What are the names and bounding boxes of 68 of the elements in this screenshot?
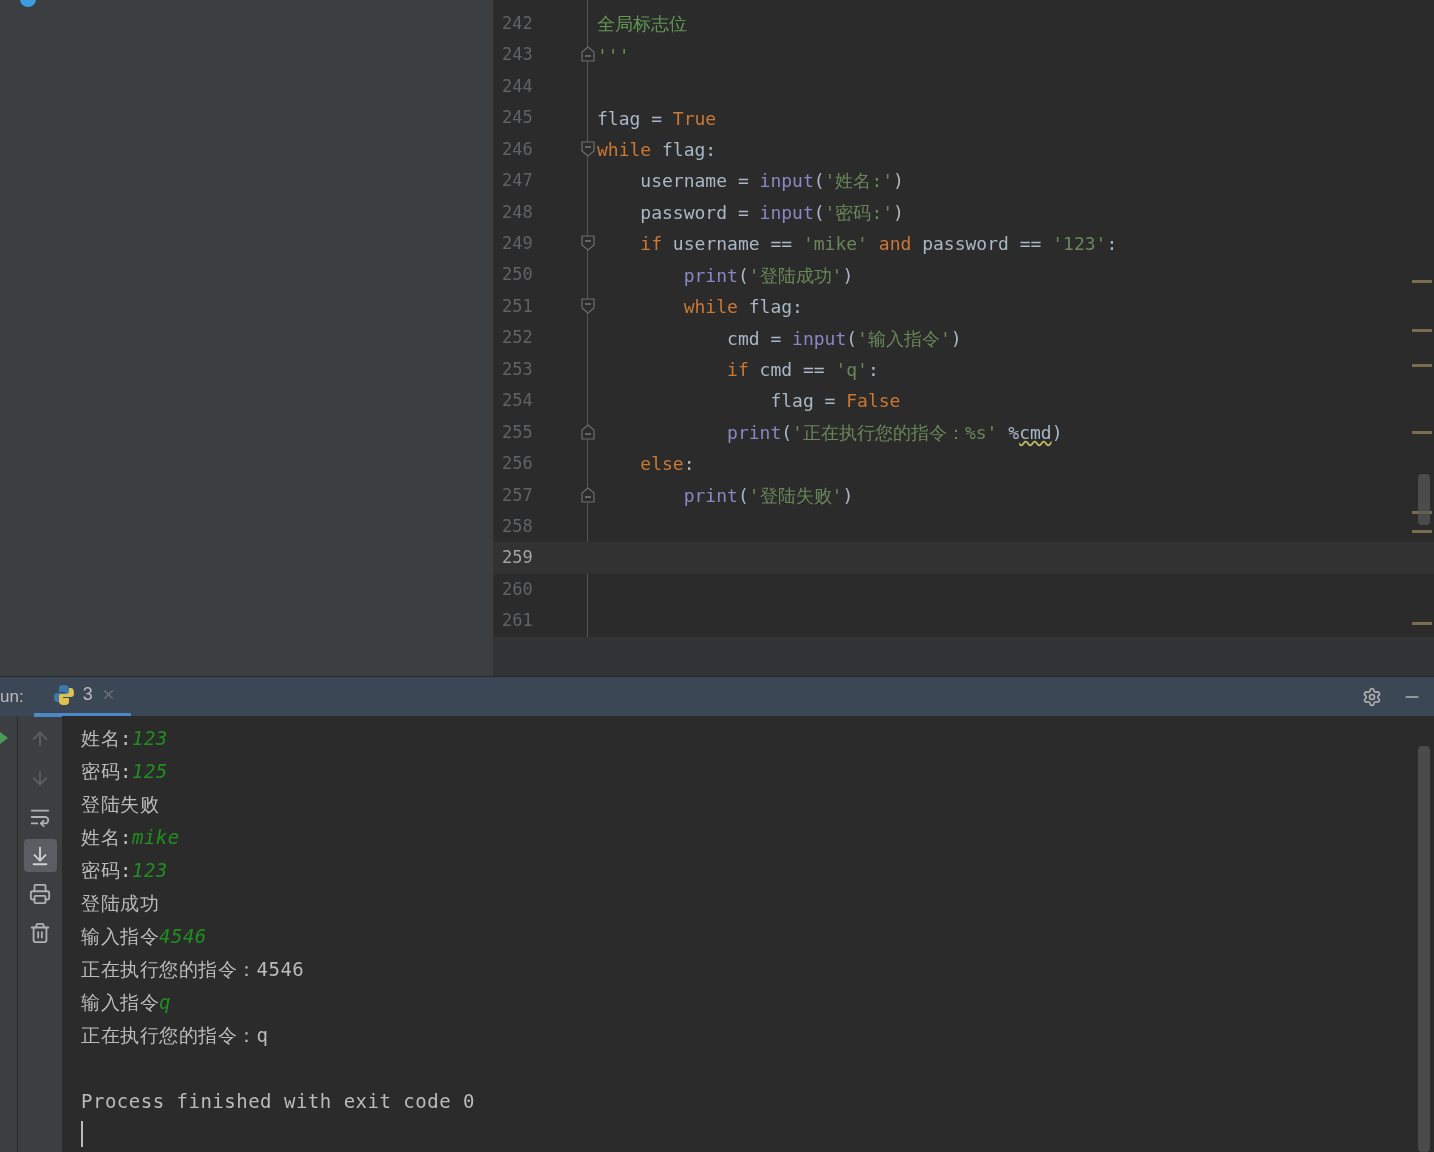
scroll-to-end-button[interactable] xyxy=(23,839,57,872)
line-number: 258 xyxy=(502,514,534,538)
line-number: 246 xyxy=(502,137,534,161)
warning-marker[interactable] xyxy=(1412,280,1432,283)
code-line: flag = False xyxy=(769,389,901,414)
code-line: if username == 'mike' and password == '123': xyxy=(639,232,1118,257)
warning-marker[interactable] xyxy=(1412,364,1432,367)
console-line: 姓名:123 xyxy=(81,728,168,749)
scrollbar-thumb[interactable] xyxy=(1418,474,1430,525)
code-line: cmd = input('输入指令') xyxy=(726,326,962,351)
code-line: else: xyxy=(639,452,695,477)
fold-icon[interactable] xyxy=(581,140,595,157)
line-number: 248 xyxy=(502,200,534,224)
code-line: while flag: xyxy=(682,295,803,320)
code-line: while flag: xyxy=(597,137,717,162)
line-number: 251 xyxy=(502,294,534,318)
line-number: 256 xyxy=(502,452,534,476)
console-line: 输入指令4546 xyxy=(81,926,207,947)
warning-marker[interactable] xyxy=(1412,622,1432,625)
line-number: 259 xyxy=(502,546,534,570)
line-number: 261 xyxy=(502,609,534,633)
console-line: 姓名:mike xyxy=(81,827,180,848)
console-line: 密码:123 xyxy=(81,860,168,881)
code-line: username = input('姓名:') xyxy=(639,169,904,194)
console-line: 正在执行您的指令：4546 xyxy=(81,959,305,980)
fold-icon[interactable] xyxy=(581,46,595,63)
code-line: print('登陆成功') xyxy=(682,263,854,288)
scrollbar-thumb[interactable] xyxy=(1418,746,1430,1152)
run-icon[interactable] xyxy=(0,732,8,744)
python-icon xyxy=(52,683,75,706)
line-number: 252 xyxy=(502,326,534,350)
console-line: 正在执行您的指令：q xyxy=(81,1025,269,1046)
warning-marker[interactable] xyxy=(1412,431,1432,434)
line-number: 257 xyxy=(502,483,534,507)
fold-icon[interactable] xyxy=(581,486,595,503)
line-number: 250 xyxy=(502,263,534,287)
line-number: 243 xyxy=(502,43,534,67)
line-number: 260 xyxy=(502,577,534,601)
settings-icon[interactable] xyxy=(1362,686,1382,707)
run-label: un: xyxy=(0,685,24,708)
code-line: 全局标志位 xyxy=(597,12,687,37)
fold-icon[interactable] xyxy=(581,423,595,440)
line-number: 244 xyxy=(502,74,534,98)
line-number: 245 xyxy=(502,106,534,130)
line-number: 254 xyxy=(502,389,534,413)
print-icon[interactable] xyxy=(29,883,51,905)
console-line: 输入指令q xyxy=(81,992,171,1013)
trash-icon[interactable] xyxy=(29,922,51,944)
text-cursor xyxy=(81,1121,83,1147)
fold-icon[interactable] xyxy=(581,297,595,314)
fold-icon[interactable] xyxy=(581,235,595,252)
code-line: password = input('密码:') xyxy=(639,200,904,225)
code-line: if cmd == 'q': xyxy=(726,358,879,383)
console-line: 密码:125 xyxy=(81,761,168,782)
code-line: print('正在执行您的指令：%s' %cmd) xyxy=(726,420,1063,445)
line-number: 255 xyxy=(502,420,534,444)
line-number: 249 xyxy=(502,232,534,256)
line-number: 247 xyxy=(502,169,534,193)
code-line: flag = True xyxy=(597,106,717,131)
warning-marker[interactable] xyxy=(1412,329,1432,332)
console-line: Process finished with exit code 0 xyxy=(81,1091,475,1112)
line-number: 242 xyxy=(502,11,534,35)
console-line: 登陆失败 xyxy=(81,794,159,815)
code-line: print('登陆失败') xyxy=(682,483,854,508)
code-line: ''' xyxy=(597,43,630,68)
line-number: 253 xyxy=(502,357,534,381)
console-line: 登陆成功 xyxy=(81,893,159,914)
warning-marker[interactable] xyxy=(1412,530,1432,533)
